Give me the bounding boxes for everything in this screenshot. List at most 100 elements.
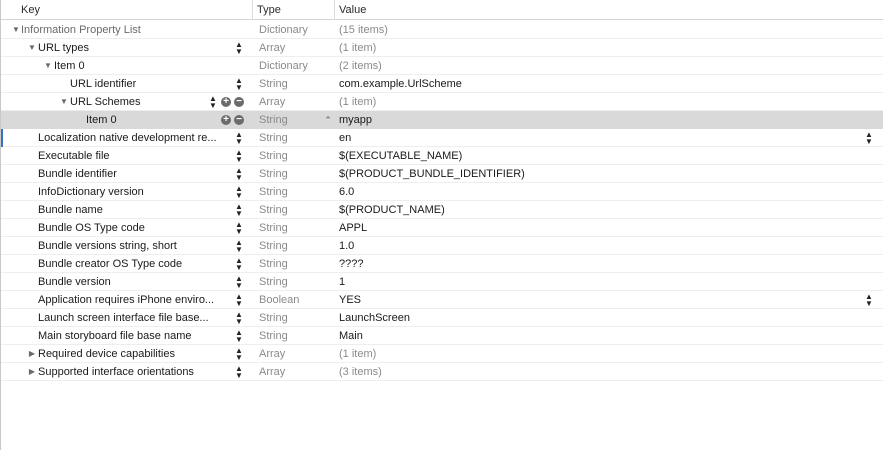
table-row[interactable]: Executable file ▲ ▼ String $(EXECUTABLE_N… (1, 147, 883, 165)
up-down-stepper-icon[interactable]: ▲ ▼ (234, 165, 244, 183)
up-down-stepper-icon[interactable]: ▲ ▼ (864, 129, 874, 147)
row-key[interactable]: Bundle versions string, short (38, 237, 177, 255)
row-type[interactable]: Array (259, 93, 285, 111)
table-row[interactable]: URL identifier ▲ ▼ String com.example.Url… (1, 75, 883, 93)
row-value[interactable]: $(PRODUCT_NAME) (339, 201, 445, 219)
add-circle-icon[interactable]: + (221, 97, 231, 107)
up-down-stepper-icon[interactable]: ▲ ▼ (234, 255, 244, 273)
row-value[interactable]: com.example.UrlScheme (339, 75, 462, 93)
row-key[interactable]: Bundle OS Type code (38, 219, 145, 237)
up-down-stepper-icon[interactable]: ▲ ▼ (234, 327, 244, 345)
row-type[interactable]: Boolean (259, 291, 299, 309)
row-type[interactable]: String (259, 219, 288, 237)
table-row[interactable]: ▶ Required device capabilities ▲ ▼ Array … (1, 345, 883, 363)
up-down-stepper-icon[interactable]: ▲ ▼ (234, 129, 244, 147)
up-down-stepper-icon[interactable]: ▲ ▼ (864, 291, 874, 309)
table-row[interactable]: Bundle name ▲ ▼ String $(PRODUCT_NAME) (1, 201, 883, 219)
table-row-selected[interactable]: Item 0 + − String ⌃ myapp (1, 111, 883, 129)
up-down-stepper-icon[interactable]: ▲ ▼ (234, 273, 244, 291)
row-key[interactable]: Localization native development re... (38, 129, 217, 147)
row-key[interactable]: Application requires iPhone enviro... (38, 291, 214, 309)
table-row[interactable]: Application requires iPhone enviro... ▲ ▼… (1, 291, 883, 309)
table-row[interactable]: Launch screen interface file base... ▲ ▼ … (1, 309, 883, 327)
disclosure-triangle-expanded-icon[interactable]: ▼ (27, 39, 37, 57)
row-type[interactable]: String (259, 255, 288, 273)
table-row[interactable]: InfoDictionary version ▲ ▼ String 6.0 (1, 183, 883, 201)
row-type[interactable]: String (259, 309, 288, 327)
up-down-stepper-icon[interactable]: ▲ ▼ (234, 75, 244, 93)
row-type[interactable]: String (259, 111, 288, 129)
table-row[interactable]: ▼ Item 0 Dictionary (2 items) (1, 57, 883, 75)
row-value[interactable]: en (339, 129, 351, 147)
up-down-stepper-icon[interactable]: ▲ ▼ (234, 237, 244, 255)
row-type[interactable]: Dictionary (259, 57, 308, 75)
row-key[interactable]: Supported interface orientations (38, 363, 194, 381)
key-column-header[interactable]: Key (21, 0, 40, 20)
row-type[interactable]: Array (259, 39, 285, 57)
row-type[interactable]: String (259, 129, 288, 147)
remove-circle-icon[interactable]: − (234, 115, 244, 125)
row-key[interactable]: Launch screen interface file base... (38, 309, 209, 327)
row-type[interactable]: String (259, 273, 288, 291)
up-down-stepper-icon[interactable]: ▲ ▼ (234, 183, 244, 201)
row-key[interactable]: Bundle version (38, 273, 111, 291)
disclosure-triangle-expanded-icon[interactable]: ▼ (43, 57, 53, 75)
remove-circle-icon[interactable]: − (234, 97, 244, 107)
row-key[interactable]: URL Schemes (70, 93, 141, 111)
row-key[interactable]: URL types (38, 39, 89, 57)
row-value[interactable]: 6.0 (339, 183, 354, 201)
up-down-stepper-icon[interactable]: ▲ ▼ (234, 39, 244, 57)
row-value[interactable]: YES (339, 291, 361, 309)
table-row[interactable]: ▼ Information Property List Dictionary (… (1, 21, 883, 39)
row-value[interactable]: 1 (339, 273, 345, 291)
row-key[interactable]: InfoDictionary version (38, 183, 144, 201)
row-value[interactable]: 1.0 (339, 237, 354, 255)
row-type[interactable]: String (259, 183, 288, 201)
row-key[interactable]: URL identifier (70, 75, 136, 93)
row-value[interactable]: myapp (339, 111, 372, 129)
row-value[interactable]: LaunchScreen (339, 309, 410, 327)
row-type[interactable]: String (259, 165, 288, 183)
up-down-stepper-icon[interactable]: ▲ ▼ (234, 219, 244, 237)
row-key[interactable]: Required device capabilities (38, 345, 175, 363)
table-row[interactable]: Bundle versions string, short ▲ ▼ String … (1, 237, 883, 255)
up-down-stepper-icon[interactable]: ▲ ▼ (234, 291, 244, 309)
row-value[interactable]: ???? (339, 255, 363, 273)
row-key[interactable]: Executable file (38, 147, 110, 165)
table-row[interactable]: Bundle OS Type code ▲ ▼ String APPL (1, 219, 883, 237)
disclosure-triangle-expanded-icon[interactable]: ▼ (11, 21, 21, 39)
up-down-stepper-icon[interactable]: ▲ ▼ (234, 147, 244, 165)
up-down-stepper-icon[interactable]: ▲ ▼ (234, 363, 244, 381)
disclosure-triangle-collapsed-icon[interactable]: ▶ (27, 345, 37, 363)
up-down-stepper-icon[interactable]: ▲ ▼ (234, 345, 244, 363)
row-value[interactable]: $(EXECUTABLE_NAME) (339, 147, 462, 165)
table-row[interactable]: Localization native development re... ▲ ▼… (1, 129, 883, 147)
row-type[interactable]: String (259, 237, 288, 255)
row-type[interactable]: String (259, 75, 288, 93)
row-key[interactable]: Bundle name (38, 201, 103, 219)
up-down-chevron-icon[interactable]: ⌃ (323, 111, 333, 129)
value-column-header[interactable]: Value (339, 0, 366, 20)
type-column-header[interactable]: Type (257, 0, 281, 20)
up-down-stepper-icon[interactable]: ▲ ▼ (234, 309, 244, 327)
row-type[interactable]: String (259, 327, 288, 345)
table-row[interactable]: ▶ Supported interface orientations ▲ ▼ Ar… (1, 363, 883, 381)
disclosure-triangle-expanded-icon[interactable]: ▼ (59, 93, 69, 111)
row-key[interactable]: Main storyboard file base name (38, 327, 191, 345)
column-divider[interactable] (334, 0, 335, 20)
row-type[interactable]: Array (259, 345, 285, 363)
row-key[interactable]: Bundle creator OS Type code (38, 255, 182, 273)
row-value[interactable]: Main (339, 327, 363, 345)
up-down-stepper-icon[interactable]: ▲ ▼ (208, 93, 218, 111)
table-row[interactable]: ▼ URL Schemes ▲ ▼ + − Array (1 item) (1, 93, 883, 111)
add-circle-icon[interactable]: + (221, 115, 231, 125)
row-value[interactable]: $(PRODUCT_BUNDLE_IDENTIFIER) (339, 165, 525, 183)
disclosure-triangle-collapsed-icon[interactable]: ▶ (27, 363, 37, 381)
table-row[interactable]: Bundle version ▲ ▼ String 1 (1, 273, 883, 291)
table-row[interactable]: Bundle creator OS Type code ▲ ▼ String ??… (1, 255, 883, 273)
row-type[interactable]: String (259, 147, 288, 165)
table-row[interactable]: ▼ URL types ▲ ▼ Array (1 item) (1, 39, 883, 57)
row-type[interactable]: String (259, 201, 288, 219)
row-type[interactable]: Array (259, 363, 285, 381)
row-value[interactable]: APPL (339, 219, 367, 237)
